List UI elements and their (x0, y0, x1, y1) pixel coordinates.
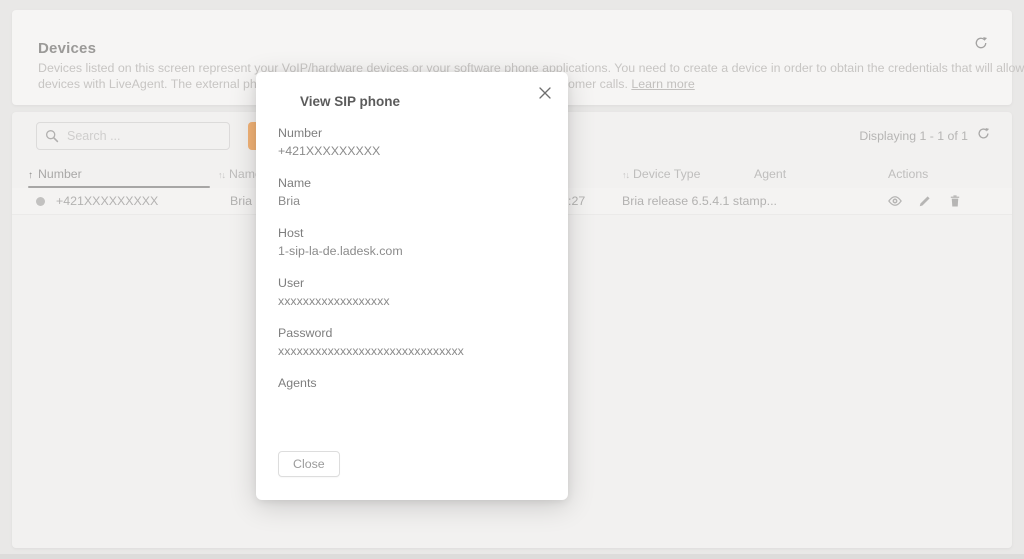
page-title: Devices (38, 40, 96, 57)
field-value (278, 392, 546, 410)
devices-page: Devices Devices listed on this screen re… (0, 0, 1024, 559)
status-dot-icon (36, 197, 45, 206)
column-header-actions: Actions (888, 167, 928, 181)
row-name-cell: Bria (230, 194, 252, 208)
learn-more-link[interactable]: Learn more (631, 77, 694, 91)
search-input[interactable] (67, 129, 217, 143)
field-password: Password xxxxxxxxxxxxxxxxxxxxxxxxxxxxxx (278, 324, 546, 360)
field-label: Name (278, 174, 546, 192)
row-actions (888, 194, 962, 208)
field-label: Agents (278, 374, 546, 392)
field-label: Password (278, 324, 546, 342)
row-device-type-cell: Bria release 6.5.4.1 stamp... (622, 194, 777, 208)
field-name: Name Bria (278, 174, 546, 210)
page-description-line2-continued: omer calls. Learn more (568, 77, 695, 91)
field-value: +421XXXXXXXXX (278, 142, 546, 160)
row-hidden-column-fragment: :27 (568, 194, 585, 208)
field-label: User (278, 274, 546, 292)
view-eye-icon[interactable] (888, 194, 902, 208)
column-header-agent[interactable]: Agent (754, 167, 786, 181)
delete-trash-icon[interactable] (948, 194, 962, 208)
field-agents: Agents (278, 374, 546, 410)
close-icon[interactable] (538, 86, 552, 100)
sort-both-icon: ↑↓ (218, 170, 225, 180)
view-sip-phone-modal: View SIP phone Number +421XXXXXXXXX Name… (256, 72, 568, 500)
field-host: Host 1-sip-la-de.ladesk.com (278, 224, 546, 260)
modal-body: Number +421XXXXXXXXX Name Bria Host 1-si… (278, 124, 546, 477)
sort-ascending-icon: ↑ (28, 170, 33, 181)
field-number: Number +421XXXXXXXXX (278, 124, 546, 160)
refresh-icon[interactable] (974, 36, 988, 50)
close-button[interactable]: Close (278, 451, 340, 477)
field-value: 1-sip-la-de.ladesk.com (278, 242, 546, 260)
row-number-cell: +421XXXXXXXXX (56, 194, 158, 208)
search-icon (45, 129, 59, 143)
edit-pencil-icon[interactable] (918, 194, 932, 208)
field-user: User xxxxxxxxxxxxxxxxxx (278, 274, 546, 310)
sort-both-icon: ↑↓ (622, 170, 629, 180)
list-refresh-icon[interactable] (977, 127, 990, 140)
column-header-device-type[interactable]: ↑↓Device Type (622, 167, 700, 181)
page-bottom-edge (0, 554, 1024, 559)
displaying-count: Displaying 1 - 1 of 1 (859, 129, 968, 143)
field-value: Bria (278, 192, 546, 210)
field-label: Host (278, 224, 546, 242)
modal-title: View SIP phone (300, 94, 400, 109)
search-box[interactable] (36, 122, 230, 150)
field-value: xxxxxxxxxxxxxxxxxxxxxxxxxxxxxx (278, 342, 546, 360)
field-label: Number (278, 124, 546, 142)
field-value: xxxxxxxxxxxxxxxxxx (278, 292, 546, 310)
column-header-number[interactable]: ↑Number (28, 167, 82, 181)
